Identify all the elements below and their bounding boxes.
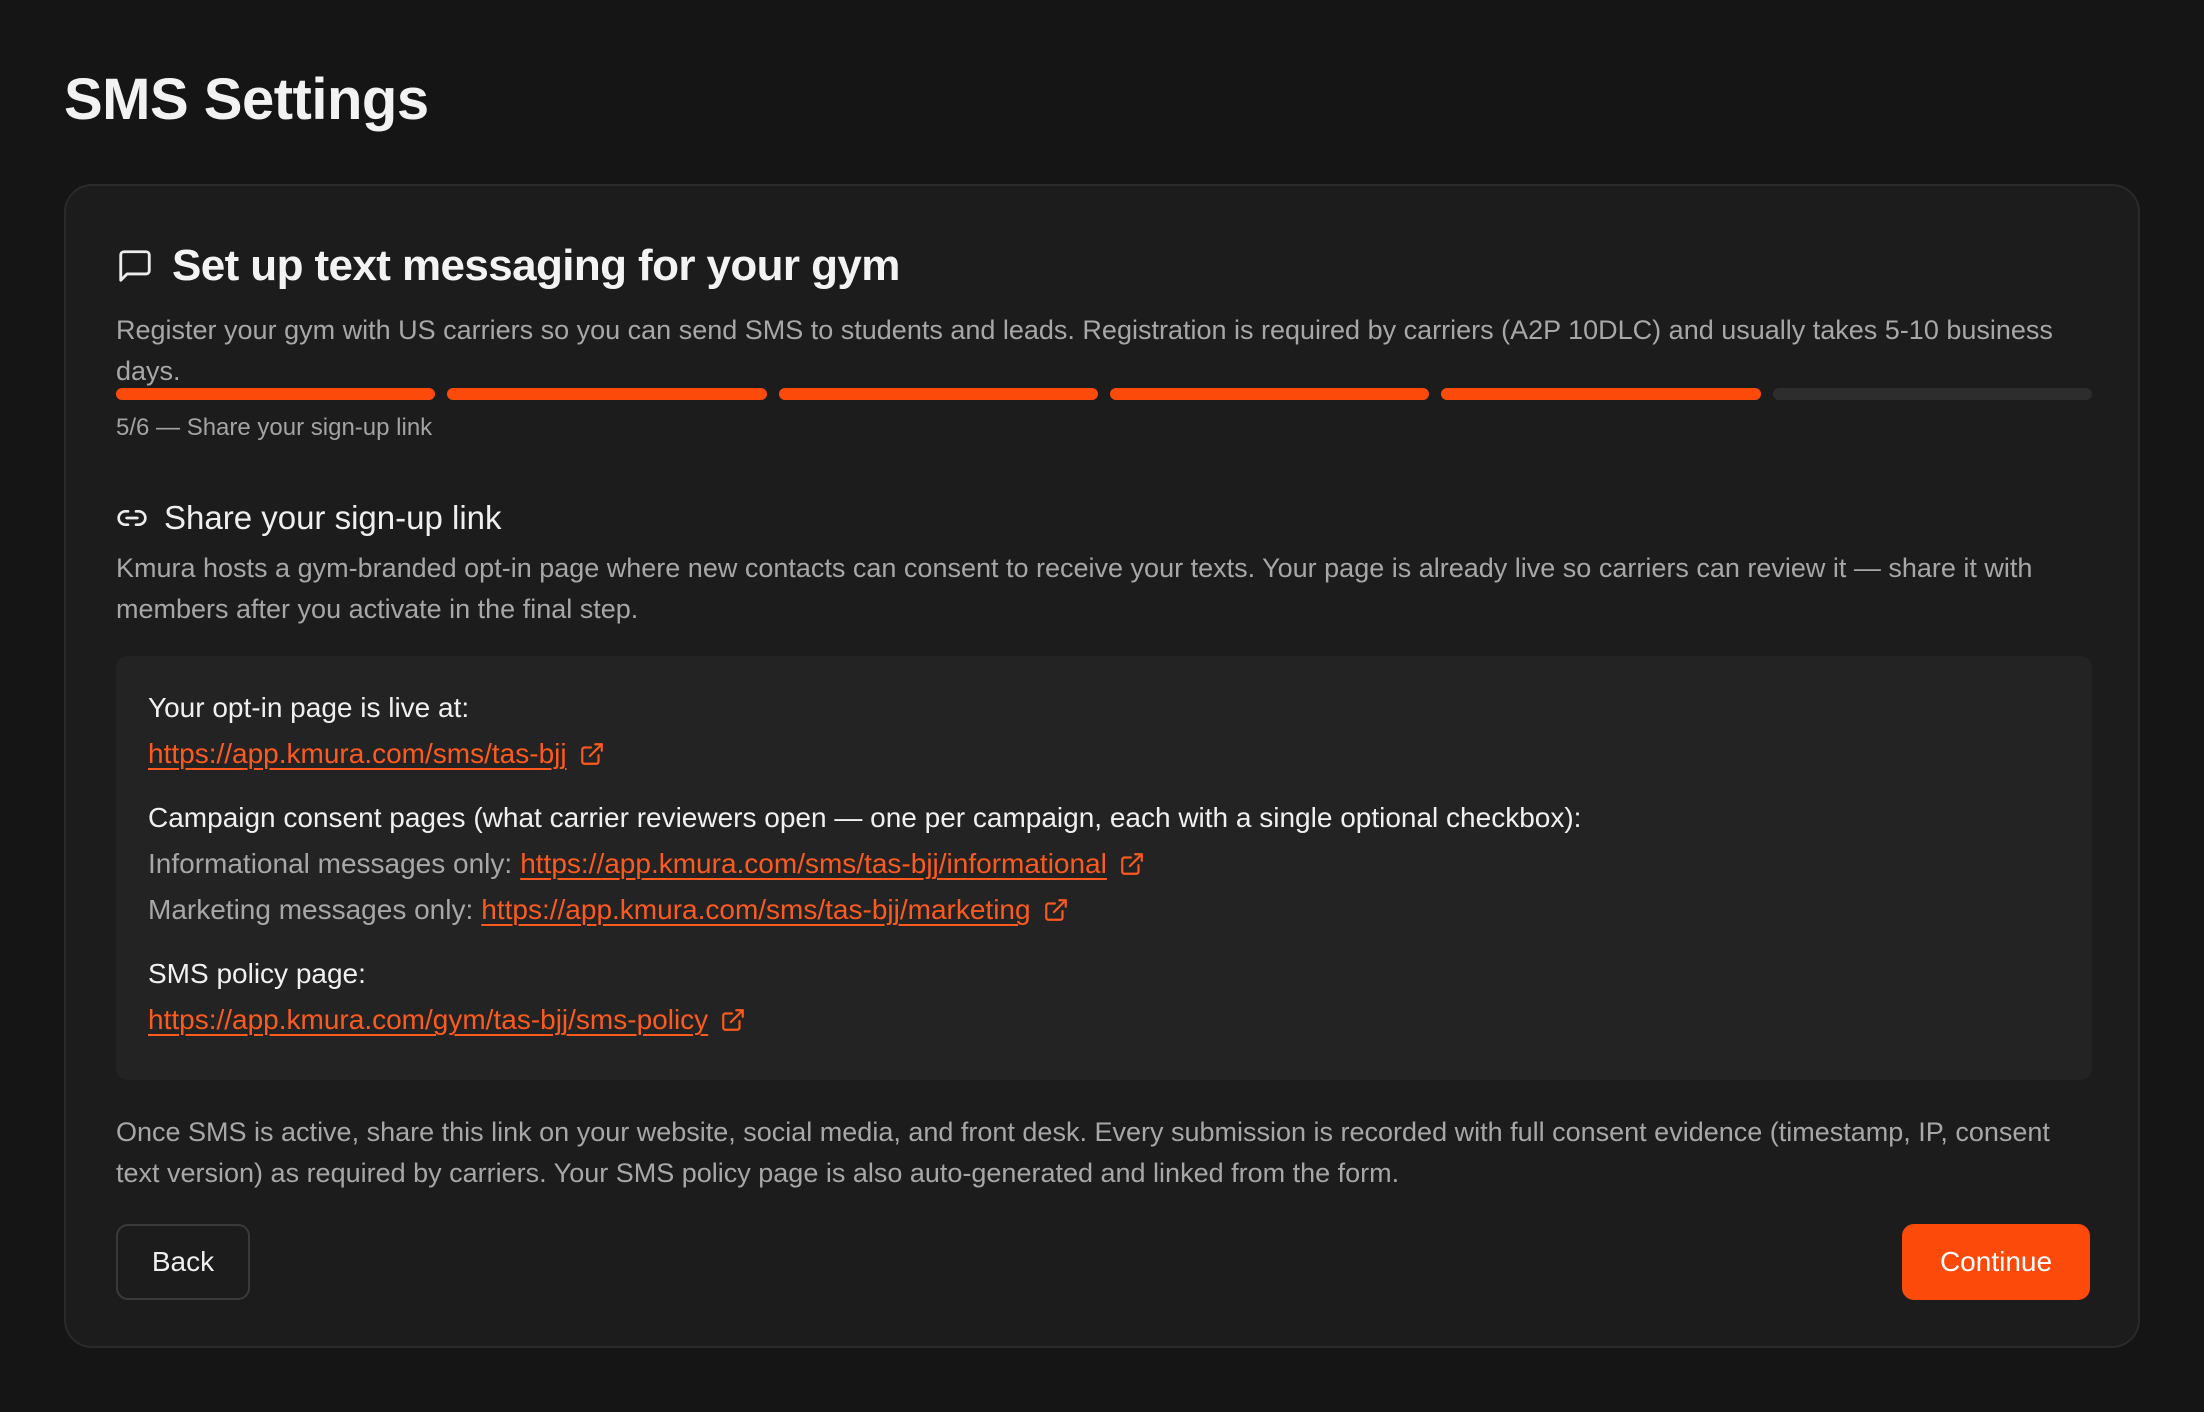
- progress-segment: [116, 388, 436, 400]
- link-icon: [117, 510, 147, 526]
- continue-button[interactable]: Continue: [1902, 1224, 2090, 1300]
- external-link-icon[interactable]: [1119, 851, 1145, 877]
- external-link-icon[interactable]: [1043, 897, 1069, 923]
- section-title-row: Share your sign-up link: [116, 496, 2092, 540]
- progress-bar: [116, 388, 2092, 400]
- progress-segment: [1772, 388, 2092, 400]
- page-title: SMS Settings: [64, 67, 429, 132]
- campaign-label: Campaign consent pages (what carrier rev…: [148, 802, 1582, 833]
- links-panel: Your opt-in page is live at: https://app…: [116, 656, 2092, 1080]
- step-indicator: 5/6 — Share your sign-up link: [116, 414, 433, 441]
- informational-label: Informational messages only:: [148, 848, 513, 879]
- marketing-link[interactable]: https://app.kmura.com/sms/tas-bjj/market…: [481, 890, 1030, 930]
- external-link-icon[interactable]: [579, 741, 605, 767]
- card-header: Set up text messaging for your gym Regis…: [116, 236, 2092, 392]
- informational-link[interactable]: https://app.kmura.com/sms/tas-bjj/inform…: [520, 844, 1107, 884]
- progress-segment: [1441, 388, 1761, 400]
- sms-setup-card: Set up text messaging for your gym Regis…: [64, 184, 2140, 1348]
- section-title: Share your sign-up link: [164, 499, 502, 536]
- policy-page-link[interactable]: https://app.kmura.com/gym/tas-bjj/sms-po…: [148, 1000, 708, 1040]
- section-description: Kmura hosts a gym-branded opt-in page wh…: [116, 553, 2033, 624]
- progress-segment: [447, 388, 767, 400]
- marketing-label: Marketing messages only:: [148, 894, 474, 925]
- card-title: Set up text messaging for your gym: [172, 241, 900, 290]
- share-link-section: Share your sign-up link Kmura hosts a gy…: [116, 496, 2092, 630]
- message-square-icon: [119, 250, 151, 282]
- optin-label: Your opt-in page is live at:: [148, 692, 470, 723]
- progress-segment: [778, 388, 1098, 400]
- optin-link-row: https://app.kmura.com/sms/tas-bjj: [148, 734, 2060, 774]
- policy-link-row: https://app.kmura.com/gym/tas-bjj/sms-po…: [148, 1000, 2060, 1040]
- informational-link-row: Informational messages only: https://app…: [148, 844, 2060, 884]
- card-description: Register your gym with US carriers so yo…: [116, 315, 2053, 386]
- policy-label: SMS policy page:: [148, 958, 366, 989]
- external-link-icon[interactable]: [720, 1007, 746, 1033]
- progress-segment: [1109, 388, 1430, 400]
- footer-note: Once SMS is active, share this link on y…: [116, 1117, 2050, 1188]
- card-title-row: Set up text messaging for your gym: [116, 236, 2092, 296]
- optin-page-link[interactable]: https://app.kmura.com/sms/tas-bjj: [148, 734, 567, 774]
- back-button[interactable]: Back: [116, 1224, 250, 1300]
- marketing-link-row: Marketing messages only: https://app.kmu…: [148, 890, 2060, 930]
